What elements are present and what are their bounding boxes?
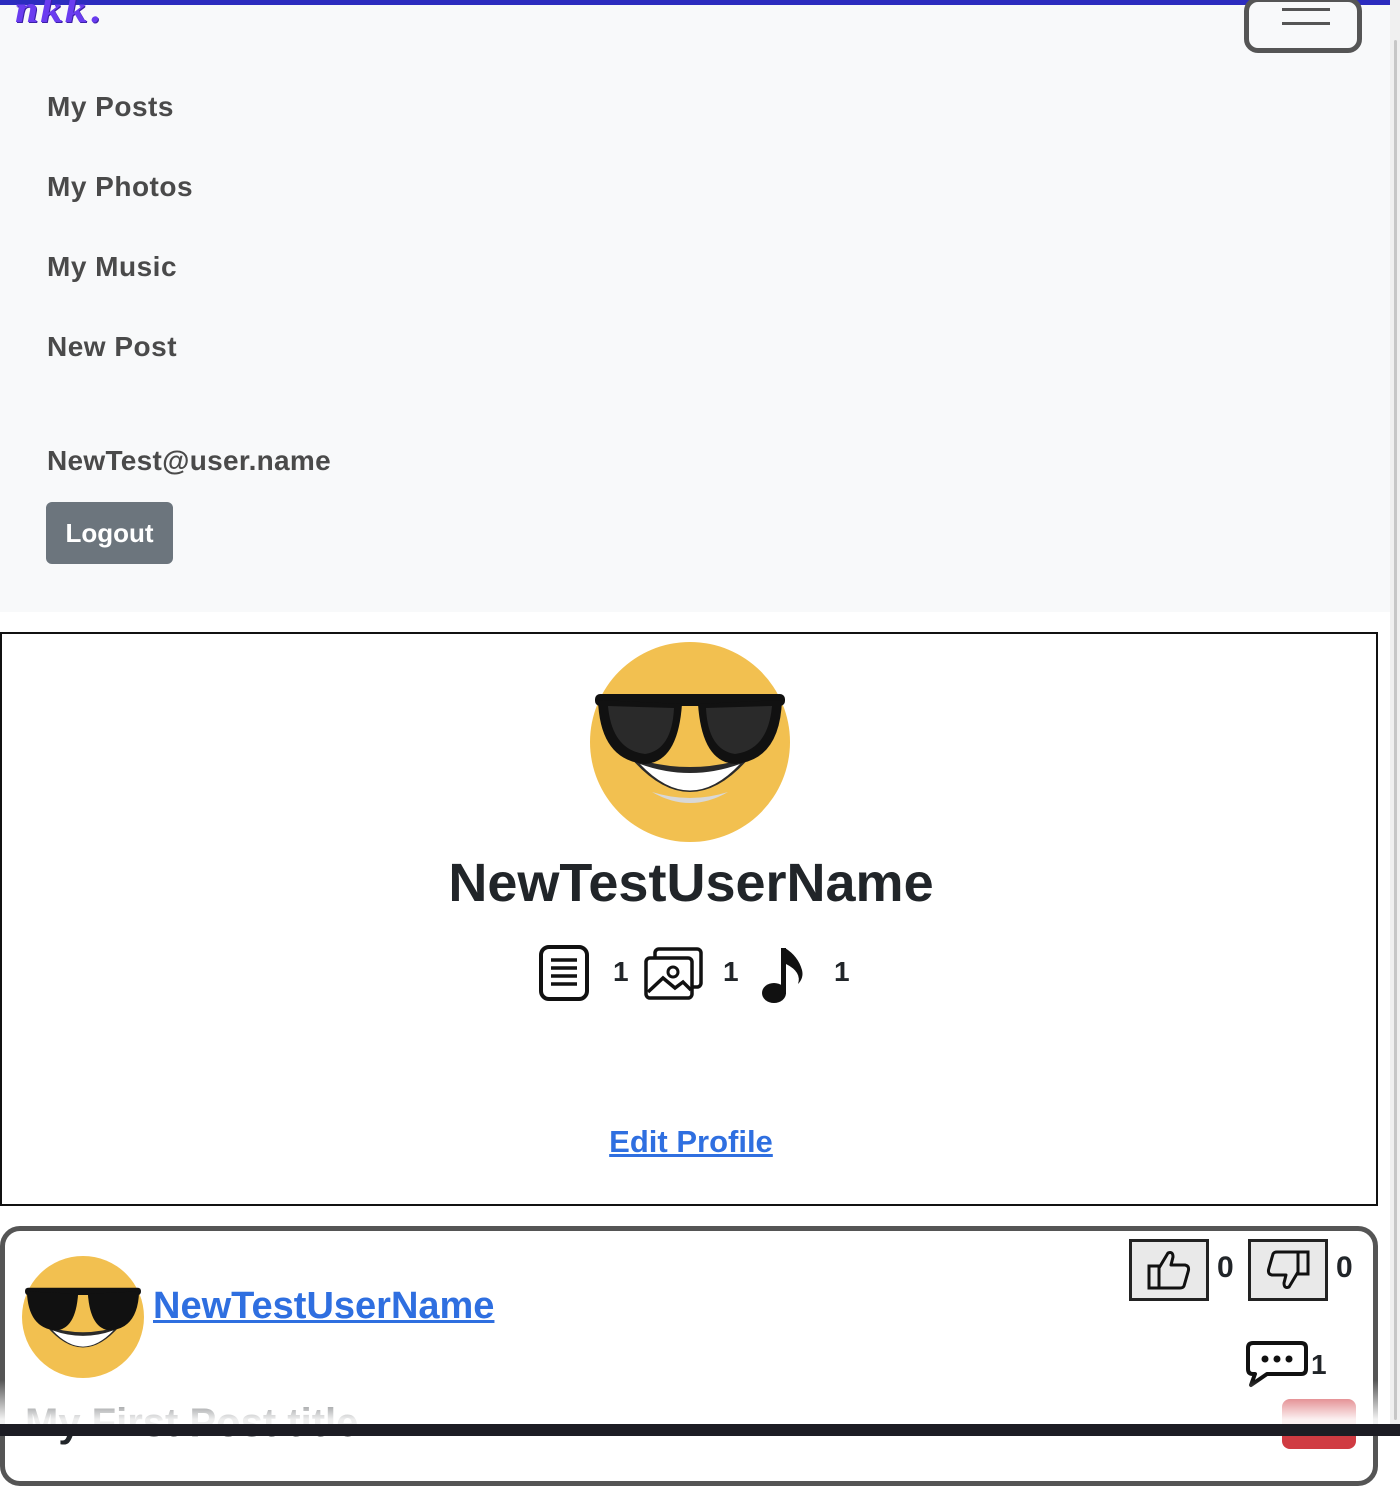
photos-icon	[644, 947, 703, 1000]
profile-stats: 1 1 1	[2, 944, 1380, 1004]
posts-count: 1	[613, 956, 629, 987]
profile-card: NewTestUserName 1 1 1 Edit Profile	[0, 632, 1378, 1206]
page-scrollbar[interactable]	[1390, 0, 1400, 1436]
dislike-count: 0	[1336, 1251, 1353, 1284]
like-button[interactable]	[1129, 1239, 1209, 1301]
thumbs-up-icon	[1147, 1251, 1191, 1290]
profile-username: NewTestUserName	[448, 853, 934, 913]
post-card: NewTestUserName 0 0 1 My First Post titl…	[0, 1226, 1378, 1486]
profile-avatar	[590, 642, 790, 842]
document-icon	[539, 945, 589, 1001]
music-count: 1	[834, 956, 850, 987]
like-count: 0	[1217, 1251, 1234, 1284]
nav-item-my-posts[interactable]: My Posts	[47, 91, 174, 123]
navbar: nkk. My Posts My Photos My Music New Pos…	[0, 0, 1390, 612]
nav-item-my-photos[interactable]: My Photos	[47, 171, 193, 203]
dislike-button[interactable]	[1248, 1239, 1328, 1301]
nav-item-new-post[interactable]: New Post	[47, 331, 177, 363]
logout-button[interactable]: Logout	[46, 502, 173, 564]
thumbs-down-icon	[1266, 1250, 1310, 1289]
photos-count: 1	[723, 956, 739, 987]
nav-item-my-music[interactable]: My Music	[47, 251, 177, 283]
menu-toggle-button[interactable]	[1244, 0, 1362, 53]
user-email: NewTest@user.name	[47, 445, 331, 476]
music-note-icon	[762, 948, 803, 1003]
post-author-avatar[interactable]	[22, 1256, 144, 1378]
post-author-link[interactable]: NewTestUserName	[153, 1285, 494, 1328]
comment-count: 1	[1311, 1349, 1327, 1380]
edit-profile-link[interactable]: Edit Profile	[2, 1124, 1380, 1160]
brand-logo[interactable]: nkk.	[14, 0, 102, 31]
window-bottom-edge	[0, 1424, 1400, 1436]
